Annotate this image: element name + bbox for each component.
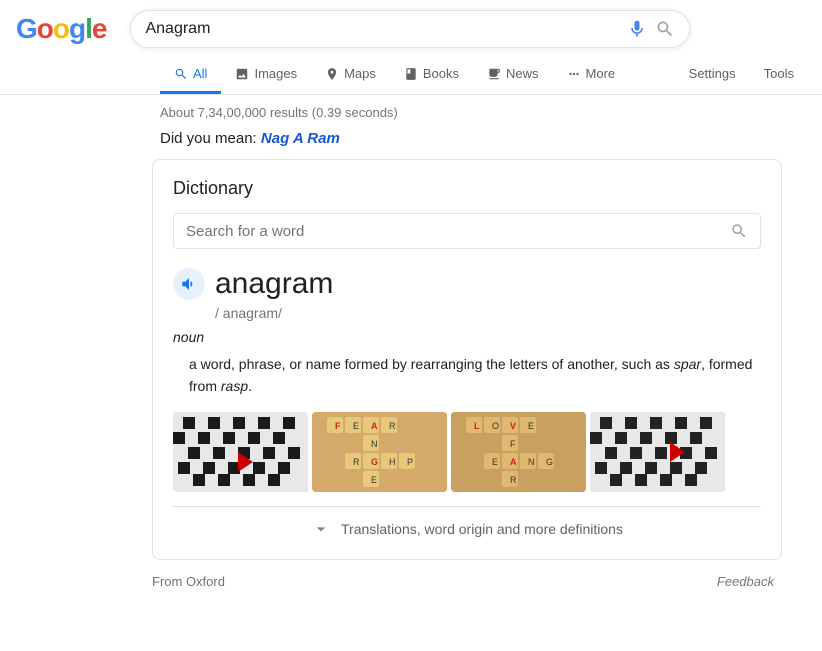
logo-letter-l: l <box>85 13 92 44</box>
svg-text:F: F <box>510 439 516 449</box>
svg-text:E: E <box>492 457 498 467</box>
word-text: anagram <box>215 267 333 301</box>
search-icon[interactable] <box>655 19 675 39</box>
part-of-speech: noun <box>173 329 761 345</box>
logo-letter-o2: o <box>53 13 69 44</box>
google-logo: Google <box>16 13 106 45</box>
svg-text:E: E <box>528 421 534 431</box>
svg-text:P: P <box>407 457 413 467</box>
tab-images-label: Images <box>254 66 297 81</box>
tab-news-label: News <box>506 66 539 81</box>
tab-news[interactable]: News <box>473 56 553 94</box>
svg-text:N: N <box>528 457 535 467</box>
tab-images[interactable]: Images <box>221 56 311 94</box>
svg-text:L: L <box>474 421 480 431</box>
tab-more[interactable]: More <box>553 56 630 94</box>
books-tab-icon <box>404 67 418 81</box>
image-thumb-3[interactable]: L O V E F A R E N G <box>451 412 586 492</box>
speaker-icon <box>180 275 198 293</box>
svg-text:G: G <box>371 457 378 467</box>
image-thumb-4[interactable] <box>590 412 725 492</box>
dictionary-card: Dictionary anagram / anagram/ noun a wor… <box>152 159 782 560</box>
dictionary-title: Dictionary <box>173 178 761 199</box>
tab-more-label: More <box>586 66 616 81</box>
svg-text:E: E <box>353 421 359 431</box>
microphone-icon[interactable] <box>627 19 647 39</box>
logo-letter-e: e <box>92 13 107 44</box>
dictionary-search-bar[interactable] <box>173 213 761 249</box>
search-tab-icon <box>174 67 188 81</box>
svg-text:V: V <box>510 421 516 431</box>
bottom-row: From Oxford Feedback <box>0 560 790 589</box>
svg-text:N: N <box>371 439 378 449</box>
logo-letter-g: G <box>16 13 37 44</box>
chevron-down-icon <box>311 519 331 539</box>
tab-all[interactable]: All <box>160 56 221 94</box>
main-search-bar[interactable]: Anagram <box>130 10 690 48</box>
news-tab-icon <box>487 67 501 81</box>
more-tab-icon <box>567 67 581 81</box>
definition-example2: rasp <box>221 378 248 394</box>
logo-letter-g2: g <box>69 13 85 44</box>
images-tab-icon <box>235 67 249 81</box>
phonetic: / anagram/ <box>215 305 761 321</box>
tab-books-label: Books <box>423 66 459 81</box>
nav-right-actions: Settings Tools <box>677 58 822 92</box>
tools-button[interactable]: Tools <box>752 58 806 92</box>
word-entry: anagram <box>173 267 761 301</box>
svg-text:H: H <box>389 457 396 467</box>
tab-all-label: All <box>193 66 207 81</box>
settings-button[interactable]: Settings <box>677 58 748 92</box>
svg-text:G: G <box>546 457 553 467</box>
svg-text:R: R <box>510 475 517 485</box>
maps-tab-icon <box>325 67 339 81</box>
logo-letter-o1: o <box>37 13 53 44</box>
dictionary-search-input[interactable] <box>186 223 722 240</box>
svg-text:F: F <box>335 421 341 431</box>
tab-maps-label: Maps <box>344 66 376 81</box>
svg-text:A: A <box>371 421 378 431</box>
main-search-input[interactable]: Anagram <box>145 20 619 38</box>
definition-example1: spar <box>674 356 701 372</box>
svg-text:A: A <box>510 457 517 467</box>
dictionary-footer[interactable]: Translations, word origin and more defin… <box>173 506 761 541</box>
svg-text:R: R <box>353 457 360 467</box>
results-count: About 7,34,00,000 results (0.39 seconds) <box>0 95 822 126</box>
feedback-link[interactable]: Feedback <box>717 574 774 589</box>
definition: a word, phrase, or name formed by rearra… <box>173 353 761 398</box>
dict-footer-label: Translations, word origin and more defin… <box>341 521 623 537</box>
source-label: From Oxford <box>152 574 225 589</box>
nav-tabs: All Images Maps Books News More Settings… <box>0 48 822 95</box>
image-thumb-2[interactable]: F E A R N G E R H P <box>312 412 447 492</box>
dictionary-search-icon[interactable] <box>730 222 748 240</box>
did-you-mean: Did you mean: Nag A Ram <box>0 126 822 159</box>
did-you-mean-label: Did you mean: <box>160 130 257 147</box>
svg-text:R: R <box>389 421 396 431</box>
header: Google Anagram <box>0 0 822 48</box>
images-row: F E A R N G E R H P <box>173 412 761 492</box>
image-thumb-1[interactable] <box>173 412 308 492</box>
tab-maps[interactable]: Maps <box>311 56 390 94</box>
speaker-button[interactable] <box>173 268 205 300</box>
svg-text:O: O <box>492 421 499 431</box>
svg-text:E: E <box>371 475 377 485</box>
tab-books[interactable]: Books <box>390 56 473 94</box>
did-you-mean-link[interactable]: Nag A Ram <box>261 130 340 147</box>
